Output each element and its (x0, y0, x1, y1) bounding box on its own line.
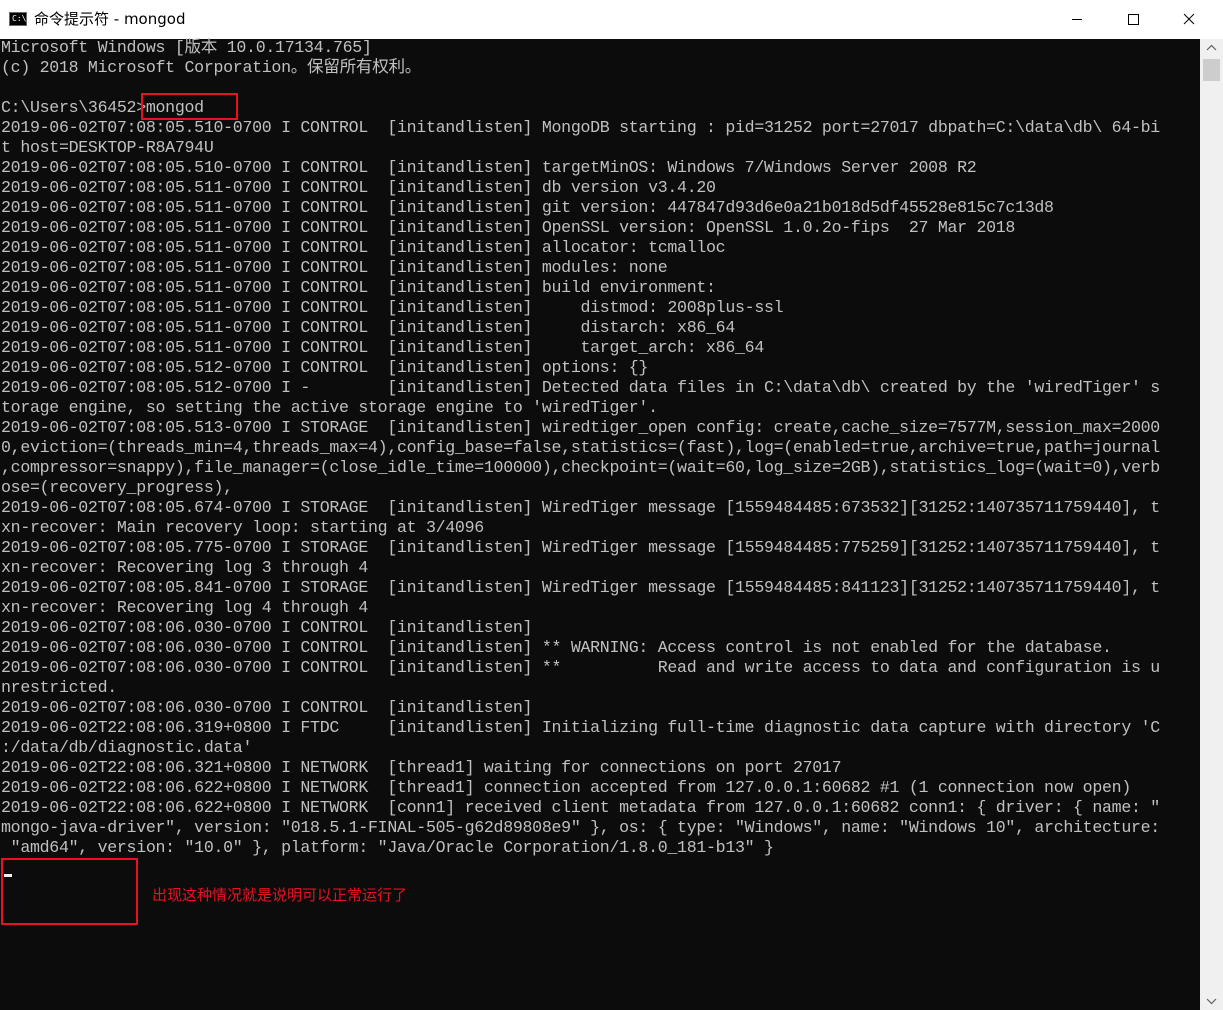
console-line: ose=(recovery_progress), (1, 478, 233, 497)
console-line: Microsoft Windows [版本 10.0.17134.765] (1, 38, 372, 57)
console-line: 2019-06-02T07:08:05.511-0700 I CONTROL [… (1, 338, 764, 357)
console-line: :/data/db/diagnostic.data' (1, 738, 253, 757)
console-line: 0,eviction=(threads_min=4,threads_max=4)… (1, 438, 1160, 457)
minimize-icon (1072, 19, 1082, 20)
console-line: 2019-06-02T07:08:06.030-0700 I CONTROL [… (1, 698, 533, 717)
console-line: 2019-06-02T07:08:05.511-0700 I CONTROL [… (1, 238, 726, 257)
console-output[interactable]: Microsoft Windows [版本 10.0.17134.765] (c)… (1, 38, 1199, 1010)
console-line: 2019-06-02T22:08:06.622+0800 I NETWORK [… (1, 778, 1131, 797)
console-line: 2019-06-02T07:08:05.511-0700 I CONTROL [… (1, 318, 735, 337)
highlight-cursor-area (1, 858, 138, 925)
scroll-up-button[interactable] (1200, 39, 1223, 56)
close-icon (1183, 13, 1195, 25)
console-line: 2019-06-02T22:08:06.321+0800 I NETWORK [… (1, 758, 842, 777)
console-line: 2019-06-02T07:08:05.513-0700 I STORAGE [… (1, 418, 1160, 437)
console-line: 2019-06-02T07:08:05.512-0700 I - [initan… (1, 378, 1160, 397)
console-line: (c) 2018 Microsoft Corporation。保留所有权利。 (1, 58, 422, 77)
maximize-icon (1128, 14, 1139, 25)
console-line: 2019-06-02T07:08:05.511-0700 I CONTROL [… (1, 298, 784, 317)
console-line: mongo-java-driver", version: "018.5.1-FI… (1, 818, 1160, 837)
cmd-icon[interactable]: C:\ (9, 12, 27, 26)
command-prompt-window: C:\ 命令提示符 - mongod Microsoft Windows [版本… (0, 0, 1223, 1010)
chevron-down-icon (1206, 998, 1217, 1005)
console-line: 2019-06-02T07:08:05.511-0700 I CONTROL [… (1, 198, 1054, 217)
console-line: xn-recover: Recovering log 4 through 4 (1, 598, 368, 617)
console-line: xn-recover: Recovering log 3 through 4 (1, 558, 368, 577)
console-line: 2019-06-02T07:08:05.511-0700 I CONTROL [… (1, 278, 716, 297)
highlight-mongod-command (141, 93, 238, 120)
console-line: 2019-06-02T07:08:06.030-0700 I CONTROL [… (1, 638, 1112, 657)
close-button[interactable] (1166, 0, 1212, 39)
console-line: t host=DESKTOP-R8A794U (1, 138, 214, 157)
console-line: 2019-06-02T07:08:05.511-0700 I CONTROL [… (1, 258, 668, 277)
console-line: "amd64", version: "10.0" }, platform: "J… (1, 838, 774, 857)
cmd-icon-glyph: C:\ (12, 14, 27, 23)
console-line: 2019-06-02T07:08:06.030-0700 I CONTROL [… (1, 658, 1160, 677)
chevron-up-icon (1206, 44, 1217, 51)
scrollbar-thumb[interactable] (1203, 59, 1220, 81)
console-line: 2019-06-02T07:08:05.511-0700 I CONTROL [… (1, 218, 1016, 237)
console-line: xn-recover: Main recovery loop: starting… (1, 518, 484, 537)
window-title: 命令提示符 - mongod (34, 10, 186, 28)
console-line: 2019-06-02T07:08:05.510-0700 I CONTROL [… (1, 118, 1160, 137)
console-line: torage engine, so setting the active sto… (1, 398, 658, 417)
console-line: 2019-06-02T07:08:05.510-0700 I CONTROL [… (1, 158, 977, 177)
console-line: 2019-06-02T22:08:06.319+0800 I FTDC [ini… (1, 718, 1160, 737)
console-line: 2019-06-02T07:08:05.775-0700 I STORAGE [… (1, 538, 1160, 557)
console-line: 2019-06-02T07:08:05.674-0700 I STORAGE [… (1, 498, 1160, 517)
console-line: 2019-06-02T22:08:06.622+0800 I NETWORK [… (1, 798, 1160, 817)
annotation-text: 出现这种情况就是说明可以正常运行了 (152, 886, 408, 904)
scroll-down-button[interactable] (1200, 993, 1223, 1010)
title-bar[interactable]: C:\ 命令提示符 - mongod (0, 0, 1223, 39)
console-line: 2019-06-02T07:08:05.511-0700 I CONTROL [… (1, 178, 716, 197)
console-line: nrestricted. (1, 678, 117, 697)
console-line: 2019-06-02T07:08:06.030-0700 I CONTROL [… (1, 618, 533, 637)
maximize-button[interactable] (1110, 0, 1156, 39)
console-line: 2019-06-02T07:08:05.841-0700 I STORAGE [… (1, 578, 1160, 597)
console-line: 2019-06-02T07:08:05.512-0700 I CONTROL [… (1, 358, 649, 377)
minimize-button[interactable] (1054, 0, 1100, 39)
vertical-scrollbar[interactable] (1200, 39, 1223, 1010)
console-line: ,compressor=snappy),file_manager=(close_… (1, 458, 1160, 477)
